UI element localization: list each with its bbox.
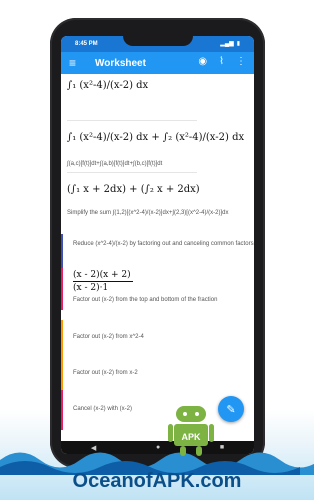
divider	[67, 120, 197, 121]
step-factor-x[interactable]: Factor out (x-2) from x-2	[61, 356, 254, 390]
divider	[67, 172, 197, 173]
android-robot-icon: APK	[168, 406, 214, 456]
expression-1[interactable]: ∫₁ (x²-4)/(x-2) dx	[67, 80, 148, 91]
fraction-denominator: (x - 2)·1	[73, 283, 109, 293]
pencil-icon: ✎	[226, 403, 236, 416]
page-title: Worksheet	[95, 58, 146, 69]
brand-watermark: OceanofAPK.com	[72, 470, 242, 492]
factor-top-bottom-text: Factor out (x-2) from the top and bottom…	[73, 297, 218, 303]
edit-fab-button[interactable]: ✎	[218, 396, 244, 422]
chart-icon[interactable]: ⌇	[219, 56, 224, 67]
fraction-bar	[73, 281, 133, 282]
expression-2-note: ∫(a,c)[f(t)]dt+∫(a,b)[f(t)]dt+∫(b,c)[f(t…	[67, 161, 163, 167]
camera-notch	[123, 36, 193, 46]
step-fraction[interactable]: (x - 2)(x + 2) (x - 2)·1 Factor out (x-2…	[61, 268, 254, 310]
expression-2[interactable]: ∫₁ (x²-4)/(x-2) dx + ∫₂ (x²-4)/(x-2) dx	[67, 132, 244, 143]
app-bar: ≡ Worksheet ◉ ⌇ ⋮	[61, 52, 254, 74]
camera-icon[interactable]: ◉	[198, 56, 207, 67]
battery-icon: ▮	[236, 41, 240, 47]
hamburger-icon[interactable]: ≡	[69, 57, 76, 69]
status-time: 8:45 PM	[75, 41, 98, 47]
worksheet-content: ∫₁ (x²-4)/(x-2) dx ∫₁ (x²-4)/(x-2) dx + …	[61, 74, 254, 446]
step-reduce-text: Reduce (x^2-4)/(x-2) by factoring out an…	[73, 241, 254, 247]
apk-badge-text: APK	[181, 432, 201, 442]
signal-icon: ▂▄▆	[220, 41, 234, 47]
expression-3-note: Simplify the sum ∫(1,2)[(x^2-4)/(x-2)]dx…	[67, 210, 229, 216]
status-icons: ▂▄▆ ▮	[220, 40, 240, 47]
step-factor-x2[interactable]: Factor out (x-2) from x^2-4	[61, 320, 254, 356]
expression-3[interactable]: (∫₁ x + 2dx) + (∫₂ x + 2dx)	[67, 184, 200, 195]
app-screen: 8:45 PM ▂▄▆ ▮ ≡ Worksheet ◉ ⌇ ⋮ ∫₁ (x²-4…	[61, 36, 254, 454]
factor-x-text: Factor out (x-2) from x-2	[73, 370, 138, 376]
fraction-numerator: (x - 2)(x + 2)	[73, 270, 131, 280]
appbar-actions: ◉ ⌇ ⋮	[198, 56, 246, 67]
factor-x2-text: Factor out (x-2) from x^2-4	[73, 334, 144, 340]
cancel-text: Cancel (x-2) with (x-2)	[73, 406, 133, 412]
more-vertical-icon[interactable]: ⋮	[236, 56, 246, 67]
step-reduce[interactable]: Reduce (x^2-4)/(x-2) by factoring out an…	[61, 234, 254, 268]
